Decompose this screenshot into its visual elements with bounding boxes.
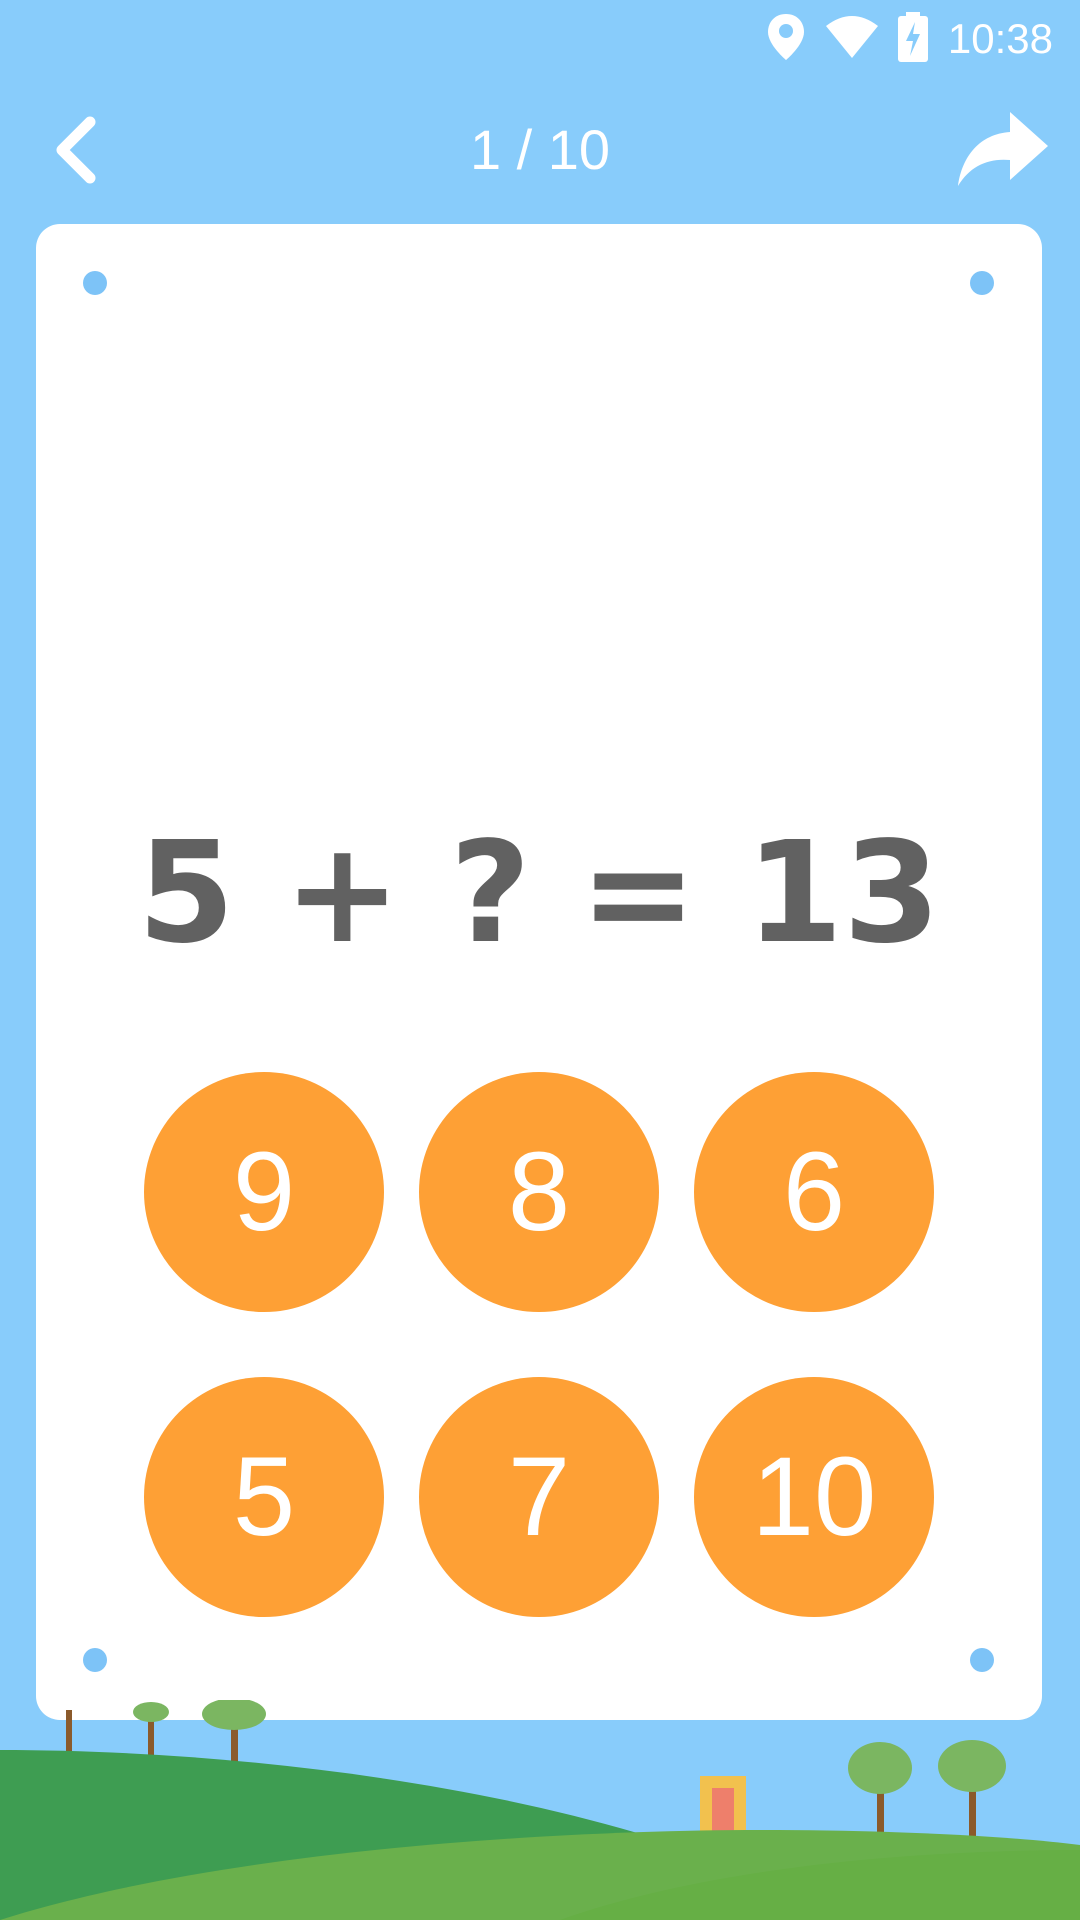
- location-icon: [768, 14, 804, 60]
- question-progress: 1 / 10: [469, 118, 611, 181]
- answer-button[interactable]: 8: [419, 1072, 659, 1312]
- status-bar: 10:38: [0, 0, 1080, 78]
- answer-button[interactable]: 10: [694, 1377, 934, 1617]
- question-card: 5 + ? = 13 9 8 6 5 7 10: [36, 224, 1042, 1720]
- header: 1 / 10: [0, 90, 1080, 210]
- share-arrow-icon: [958, 112, 1048, 186]
- wifi-icon: [826, 16, 878, 58]
- answer-button[interactable]: 7: [419, 1377, 659, 1617]
- status-time: 10:38: [947, 15, 1053, 62]
- corner-dot: [970, 271, 994, 295]
- share-button[interactable]: [954, 106, 1050, 194]
- corner-dot: [83, 1648, 107, 1672]
- corner-dot: [970, 1648, 994, 1672]
- tree-icon: [133, 1702, 169, 1760]
- landscape-illustration: [0, 1700, 1080, 1920]
- house-icon: [700, 1776, 746, 1836]
- equation: 5 + ? = 13: [137, 812, 941, 975]
- answer-button[interactable]: 5: [144, 1377, 384, 1617]
- battery-charging-icon: [898, 12, 928, 62]
- corner-dot: [83, 271, 107, 295]
- answer-button[interactable]: 6: [694, 1072, 934, 1312]
- answer-button[interactable]: 9: [144, 1072, 384, 1312]
